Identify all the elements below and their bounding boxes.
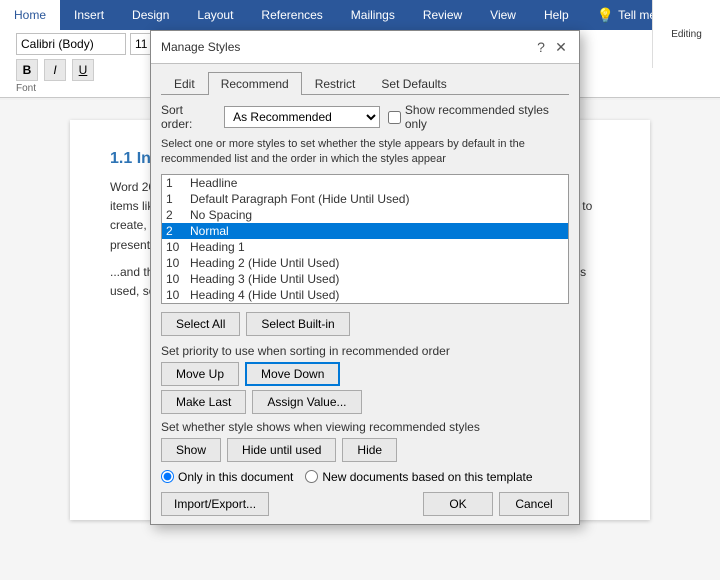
tab-layout[interactable]: Layout — [183, 0, 247, 30]
tab-insert[interactable]: Insert — [60, 0, 118, 30]
list-item[interactable]: 10 Heading 3 (Hide Until Used) — [162, 271, 568, 287]
show-recommended-label: Show recommended styles only — [405, 103, 569, 131]
radio-new-documents-label: New documents based on this template — [322, 470, 532, 484]
radio-new-documents-input[interactable] — [305, 470, 318, 483]
tab-view[interactable]: View — [476, 0, 530, 30]
tab-edit[interactable]: Edit — [161, 72, 208, 95]
hide-until-used-button[interactable]: Hide until used — [227, 438, 336, 462]
select-builtin-button[interactable]: Select Built-in — [246, 312, 349, 336]
editing-panel: Editing — [652, 0, 720, 68]
list-item[interactable]: 10 Heading 2 (Hide Until Used) — [162, 255, 568, 271]
tab-home[interactable]: Home — [0, 0, 60, 30]
sort-order-select[interactable]: As Recommended Alphabetical As in Menu — [224, 106, 380, 128]
tab-references[interactable]: References — [247, 0, 336, 30]
radio-this-document-label: Only in this document — [178, 470, 293, 484]
list-item[interactable]: 1 Default Paragraph Font (Hide Until Use… — [162, 191, 568, 207]
list-item-normal[interactable]: 2 Normal — [162, 223, 568, 239]
font-format-row: B I U — [16, 59, 94, 81]
list-item[interactable]: 10 Heading 5 (Hide Until Used) — [162, 303, 568, 304]
hide-button[interactable]: Hide — [342, 438, 397, 462]
priority-buttons-row: Move Up Move Down — [161, 362, 569, 386]
show-recommended-checkbox[interactable] — [388, 111, 401, 124]
radio-this-document[interactable]: Only in this document — [161, 470, 293, 484]
ok-cancel-row: OK Cancel — [423, 492, 569, 516]
tab-recommend[interactable]: Recommend — [208, 72, 302, 95]
dialog-titlebar: Manage Styles ? ✕ — [151, 31, 579, 64]
help-icon[interactable]: ? — [533, 39, 549, 55]
list-item[interactable]: 1 Headline — [162, 175, 568, 191]
radio-new-documents[interactable]: New documents based on this template — [305, 470, 532, 484]
underline-button[interactable]: U — [72, 59, 94, 81]
list-item[interactable]: 10 Heading 1 — [162, 239, 568, 255]
assign-value-button[interactable]: Assign Value... — [252, 390, 361, 414]
styles-list-container[interactable]: 1 Headline 1 Default Paragraph Font (Hid… — [161, 174, 569, 304]
font-name-input[interactable] — [16, 33, 126, 55]
make-last-button[interactable]: Make Last — [161, 390, 246, 414]
tab-set-defaults[interactable]: Set Defaults — [368, 72, 459, 95]
bold-button[interactable]: B — [16, 59, 38, 81]
font-controls — [16, 33, 166, 55]
visibility-buttons-row: Show Hide until used Hide — [161, 438, 569, 462]
font-section-label: Font — [16, 83, 36, 94]
cancel-button[interactable]: Cancel — [499, 492, 569, 516]
show-button[interactable]: Show — [161, 438, 221, 462]
priority-label: Set priority to use when sorting in reco… — [161, 344, 569, 358]
tab-restrict[interactable]: Restrict — [302, 72, 369, 95]
tab-help[interactable]: Help — [530, 0, 583, 30]
bottom-button-row: Import/Export... OK Cancel — [161, 492, 569, 516]
manage-styles-dialog: Manage Styles ? ✕ Edit Recommend Restric… — [150, 30, 580, 525]
dialog-title: Manage Styles — [161, 40, 240, 54]
close-icon[interactable]: ✕ — [553, 39, 569, 55]
italic-button[interactable]: I — [44, 59, 66, 81]
tab-mailings[interactable]: Mailings — [337, 0, 409, 30]
list-item[interactable]: 2 No Spacing — [162, 207, 568, 223]
visibility-label: Set whether style shows when viewing rec… — [161, 420, 569, 434]
tab-design[interactable]: Design — [118, 0, 183, 30]
dialog-controls: ? ✕ — [533, 39, 569, 55]
editing-label: Editing — [671, 29, 702, 40]
priority-buttons-row-2: Make Last Assign Value... — [161, 390, 569, 414]
radio-row: Only in this document New documents base… — [161, 470, 569, 484]
radio-this-document-input[interactable] — [161, 470, 174, 483]
ok-button[interactable]: OK — [423, 492, 493, 516]
manage-styles-dialog-overlay: Manage Styles ? ✕ Edit Recommend Restric… — [150, 30, 580, 525]
ribbon-tab-bar: Home Insert Design Layout References Mai… — [0, 0, 720, 30]
sort-order-label: Sort order: — [161, 103, 216, 131]
sort-order-row: Sort order: As Recommended Alphabetical … — [161, 103, 569, 131]
move-up-button[interactable]: Move Up — [161, 362, 239, 386]
info-text: Select one or more styles to set whether… — [161, 137, 569, 168]
dialog-tabs: Edit Recommend Restrict Set Defaults — [161, 72, 569, 95]
list-item[interactable]: 10 Heading 4 (Hide Until Used) — [162, 287, 568, 303]
tab-review[interactable]: Review — [409, 0, 476, 30]
select-all-button[interactable]: Select All — [161, 312, 240, 336]
import-export-button[interactable]: Import/Export... — [161, 492, 269, 516]
select-buttons-row: Select All Select Built-in — [161, 312, 569, 336]
show-recommended-row: Show recommended styles only — [388, 103, 569, 131]
move-down-button[interactable]: Move Down — [245, 362, 340, 386]
dialog-body: Edit Recommend Restrict Set Defaults Sor… — [151, 64, 579, 524]
